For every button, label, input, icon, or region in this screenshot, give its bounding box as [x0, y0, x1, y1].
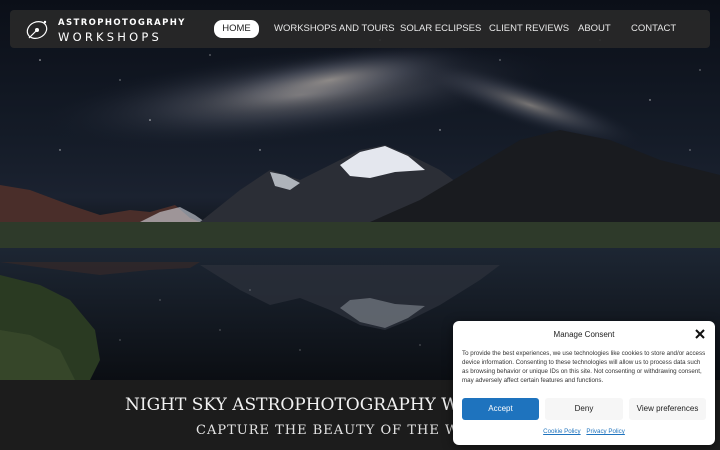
site-logo[interactable]: ASTROPHOTOGRAPHY WORKSHOPS [24, 15, 184, 45]
nav-item-client-reviews[interactable]: CLIENT REVIEWS [489, 20, 569, 38]
consent-dialog: Manage Consent To provide the best exper… [453, 321, 715, 445]
privacy-policy-link[interactable]: Privacy Policy [586, 428, 625, 435]
cookie-policy-link[interactable]: Cookie Policy [543, 428, 581, 435]
main-navbar: ASTROPHOTOGRAPHY WORKSHOPS HOME WORKSHOP… [10, 10, 710, 48]
accept-button[interactable]: Accept [462, 398, 539, 420]
consent-body: To provide the best experiences, we use … [462, 350, 706, 384]
nav-item-about[interactable]: ABOUT [578, 20, 611, 38]
nav-item-contact[interactable]: CONTACT [631, 20, 676, 38]
close-icon[interactable] [694, 328, 706, 340]
deny-button[interactable]: Deny [545, 398, 623, 420]
logo-title: ASTROPHOTOGRAPHY [58, 18, 186, 28]
consent-links: Cookie Policy Privacy Policy [453, 428, 715, 435]
consent-title: Manage Consent [553, 330, 615, 339]
telescope-orbit-logo-icon [26, 20, 48, 39]
view-preferences-button[interactable]: View preferences [629, 398, 706, 420]
logo-subtitle: WORKSHOPS [58, 30, 162, 44]
nav-item-workshops-and-tours[interactable]: WORKSHOPS AND TOURS [274, 20, 395, 38]
nav-item-solar-eclipses[interactable]: SOLAR ECLIPSES [400, 20, 481, 38]
hero-headline: NIGHT SKY ASTROPHOTOGRAPHY WOR [125, 395, 486, 415]
nav-item-home[interactable]: HOME [214, 20, 259, 38]
